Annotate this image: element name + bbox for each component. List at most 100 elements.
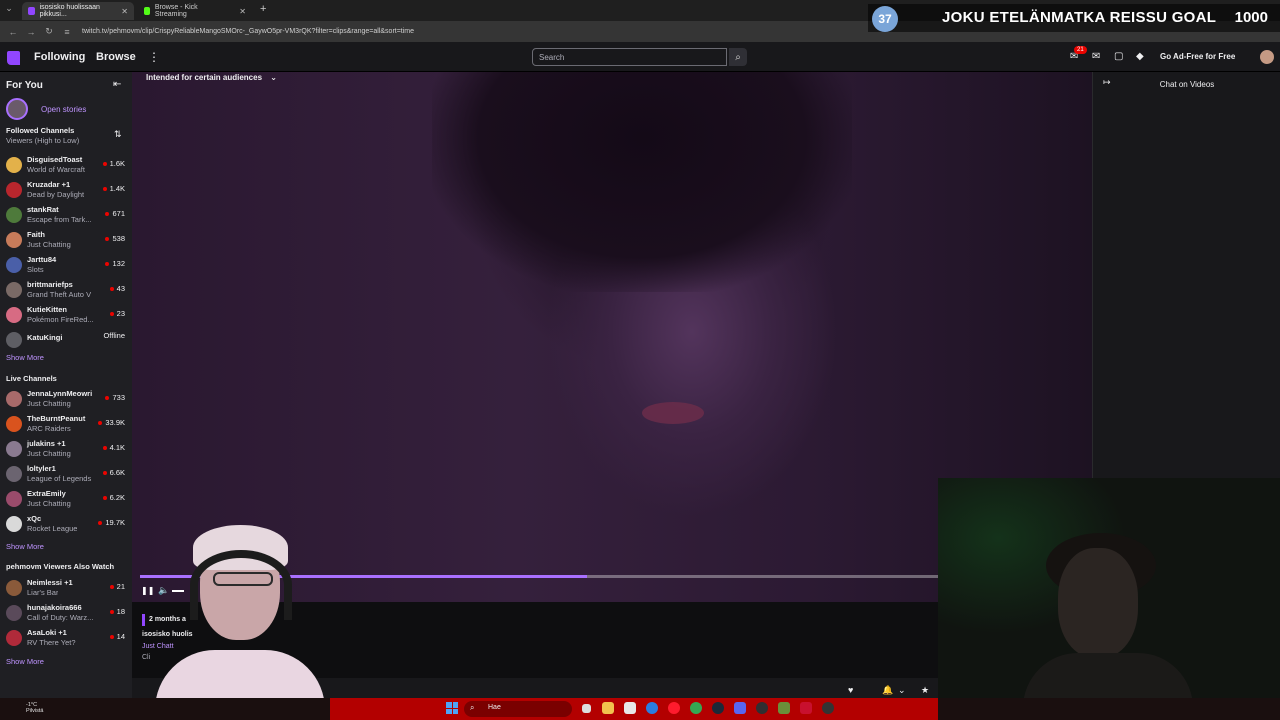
channel-name: Neimlessi +1 — [27, 578, 73, 587]
channel-name: JennaLynnMeowri — [27, 389, 93, 398]
followed-show-more[interactable]: Show More — [6, 353, 44, 362]
goal-title: JOKU ETELÄNMATKA REISSU GOAL — [942, 9, 1217, 26]
live-dot-icon — [102, 471, 107, 476]
app-icon[interactable] — [778, 702, 790, 714]
channel-game: Escape from Tark... — [27, 215, 92, 224]
channel-game: Just Chatting — [27, 499, 71, 508]
file-explorer-icon[interactable] — [602, 702, 614, 714]
channel-item[interactable]: julakins +1 Just Chatting 4.1K — [6, 438, 128, 460]
edge-icon[interactable] — [646, 702, 658, 714]
opera-icon[interactable] — [668, 702, 680, 714]
close-tab-icon[interactable]: ✕ — [121, 7, 128, 16]
channel-item[interactable]: Faith Just Chatting 538 — [6, 229, 128, 251]
taskbar-search[interactable]: ⌕ Hae — [464, 701, 572, 717]
channel-item[interactable]: KutieKitten Pokémon FireRed... 23 — [6, 304, 128, 326]
chevron-down-icon: ⌄ — [270, 73, 277, 82]
channel-game: Grand Theft Auto V — [27, 290, 92, 299]
goal-target: 1000 — [1234, 9, 1268, 26]
channel-item[interactable]: Kruzadar +1 Dead by Daylight 1.4K — [6, 179, 128, 201]
channel-avatar — [6, 282, 22, 298]
channel-viewers: 43 — [109, 284, 125, 293]
live-dot-icon — [98, 421, 103, 426]
notification-bell-icon[interactable]: 🔔 — [882, 685, 893, 696]
nav-browse[interactable]: Browse — [96, 51, 136, 63]
live-dot-icon — [105, 212, 110, 217]
reload-button[interactable]: ↻ — [44, 26, 54, 37]
twitch-logo-icon[interactable] — [7, 51, 20, 65]
follow-heart-icon[interactable]: ♥ — [848, 685, 853, 695]
audience-warning[interactable]: Intended for certain audiences ⌄ — [146, 73, 277, 82]
channel-item[interactable]: loltyler1 League of Legends 6.6K — [6, 463, 128, 485]
channel-item[interactable]: stankRat Escape from Tark... 671 — [6, 204, 128, 226]
channel-item[interactable]: DisguisedToast World of Warcraft 1.6K — [6, 154, 128, 176]
channel-game: Pokémon FireRed... — [27, 315, 94, 324]
tab-menu-chevron[interactable]: ⌄ — [4, 3, 14, 14]
channel-game: Liar's Bar — [27, 588, 59, 597]
channel-avatar — [6, 416, 22, 432]
user-avatar[interactable] — [1260, 50, 1274, 64]
channel-avatar — [6, 580, 22, 596]
also-watch-show-more[interactable]: Show More — [6, 657, 44, 666]
live-dot-icon — [105, 262, 110, 267]
close-tab-icon[interactable]: ✕ — [239, 7, 246, 16]
whispers-icon[interactable]: ▢ — [1114, 51, 1123, 62]
new-tab-button[interactable]: + — [260, 3, 266, 15]
taskbar-search-label: Hae — [488, 704, 501, 711]
channel-name: hunajakoira666 — [27, 603, 82, 612]
channel-avatar — [6, 466, 22, 482]
app-icon[interactable] — [800, 702, 812, 714]
inbox-icon[interactable]: ✉ — [1092, 51, 1100, 62]
url-field[interactable]: twitch.tv/pehmovm/clip/CrispyReliableMan… — [82, 28, 414, 35]
live-dot-icon — [105, 396, 110, 401]
open-stories-button[interactable]: Open stories — [6, 98, 86, 120]
chrome-icon[interactable] — [690, 702, 702, 714]
live-show-more[interactable]: Show More — [6, 542, 44, 551]
store-icon[interactable] — [624, 702, 636, 714]
channel-name: Kruzadar +1 — [27, 180, 71, 189]
collapse-sidebar-icon[interactable]: ⇤ — [113, 79, 121, 90]
live-channels-title: Live Channels — [6, 374, 57, 383]
viewer-count: 6.2K — [109, 493, 125, 502]
channel-name: KatuKingi — [27, 333, 63, 342]
channel-name: brittmariefps — [27, 280, 73, 289]
go-ad-free-button[interactable]: Go Ad-Free for Free — [1160, 52, 1235, 61]
browser-tab-kick[interactable]: Browse - Kick Streaming ✕ — [138, 2, 252, 20]
channel-game: ARC Raiders — [27, 424, 71, 433]
video-subject-hair — [432, 72, 852, 292]
steam-icon[interactable] — [712, 702, 724, 714]
channel-item[interactable]: ExtraEmily Just Chatting 6.2K — [6, 488, 128, 510]
obs-icon[interactable] — [756, 702, 768, 714]
weather-widget[interactable]: -1°C Pilvistä — [26, 702, 43, 714]
windows-start-icon[interactable] — [446, 702, 458, 714]
sort-icon[interactable]: ⇅ — [114, 129, 122, 140]
channel-game: Call of Duty: Warz... — [27, 613, 94, 622]
task-view-icon[interactable] — [582, 704, 591, 713]
back-button[interactable]: ← — [8, 27, 18, 37]
media-player-icon[interactable] — [822, 702, 834, 714]
twitch-top-nav: Following Browse ⋮ Search ⌕ ✉ 21 ✉ ▢ ◆ G… — [0, 42, 1280, 72]
video-subject-lips — [642, 402, 704, 424]
channel-name: KutieKitten — [27, 305, 67, 314]
channel-viewers: 23 — [109, 309, 125, 318]
browser-tab-active[interactable]: isosisko huolissaan pikkusi... ✕ — [22, 2, 134, 20]
channel-item[interactable]: brittmariefps Grand Theft Auto V 43 — [6, 279, 128, 301]
subscribe-star-icon[interactable]: ★ — [921, 685, 929, 696]
channel-item[interactable]: TheBurntPeanut ARC Raiders 33.9K — [6, 413, 128, 435]
channel-item[interactable]: Jarttu84 Slots 132 — [6, 254, 128, 276]
bits-icon[interactable]: ◆ — [1136, 51, 1144, 62]
channel-item[interactable]: JennaLynnMeowri Just Chatting 733 — [6, 388, 128, 410]
nav-following[interactable]: Following — [34, 51, 85, 63]
channel-item[interactable]: KatuKingi Offline — [6, 329, 128, 351]
site-info-icon[interactable]: ≡ — [62, 27, 72, 37]
forward-button[interactable]: → — [26, 27, 36, 37]
tab-label: isosisko huolissaan pikkusi... — [39, 4, 100, 18]
search-icon[interactable]: ⌕ — [729, 48, 747, 66]
more-menu-icon[interactable]: ⋮ — [148, 50, 160, 64]
chevron-down-icon[interactable]: ⌄ — [898, 685, 906, 696]
discord-icon[interactable] — [734, 702, 746, 714]
viewer-count: 23 — [116, 309, 125, 318]
search-input[interactable]: Search — [532, 48, 727, 66]
live-dot-icon — [102, 162, 107, 167]
sidebar-title: For You — [6, 80, 43, 91]
channel-avatar — [6, 391, 22, 407]
